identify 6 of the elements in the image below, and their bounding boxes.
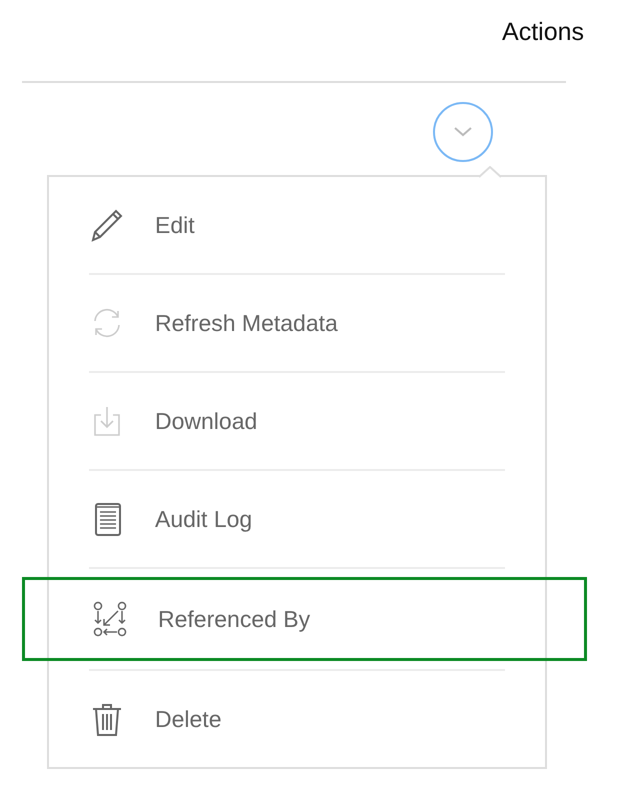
- chevron-icon: [453, 127, 473, 137]
- menu-item[interactable]: Delete: [49, 671, 545, 767]
- menu-item[interactable]: Audit Log: [49, 471, 545, 567]
- column-header: Actions: [502, 18, 584, 47]
- menu-item[interactable]: Referenced By: [22, 577, 587, 661]
- menu-item[interactable]: Edit: [49, 177, 545, 273]
